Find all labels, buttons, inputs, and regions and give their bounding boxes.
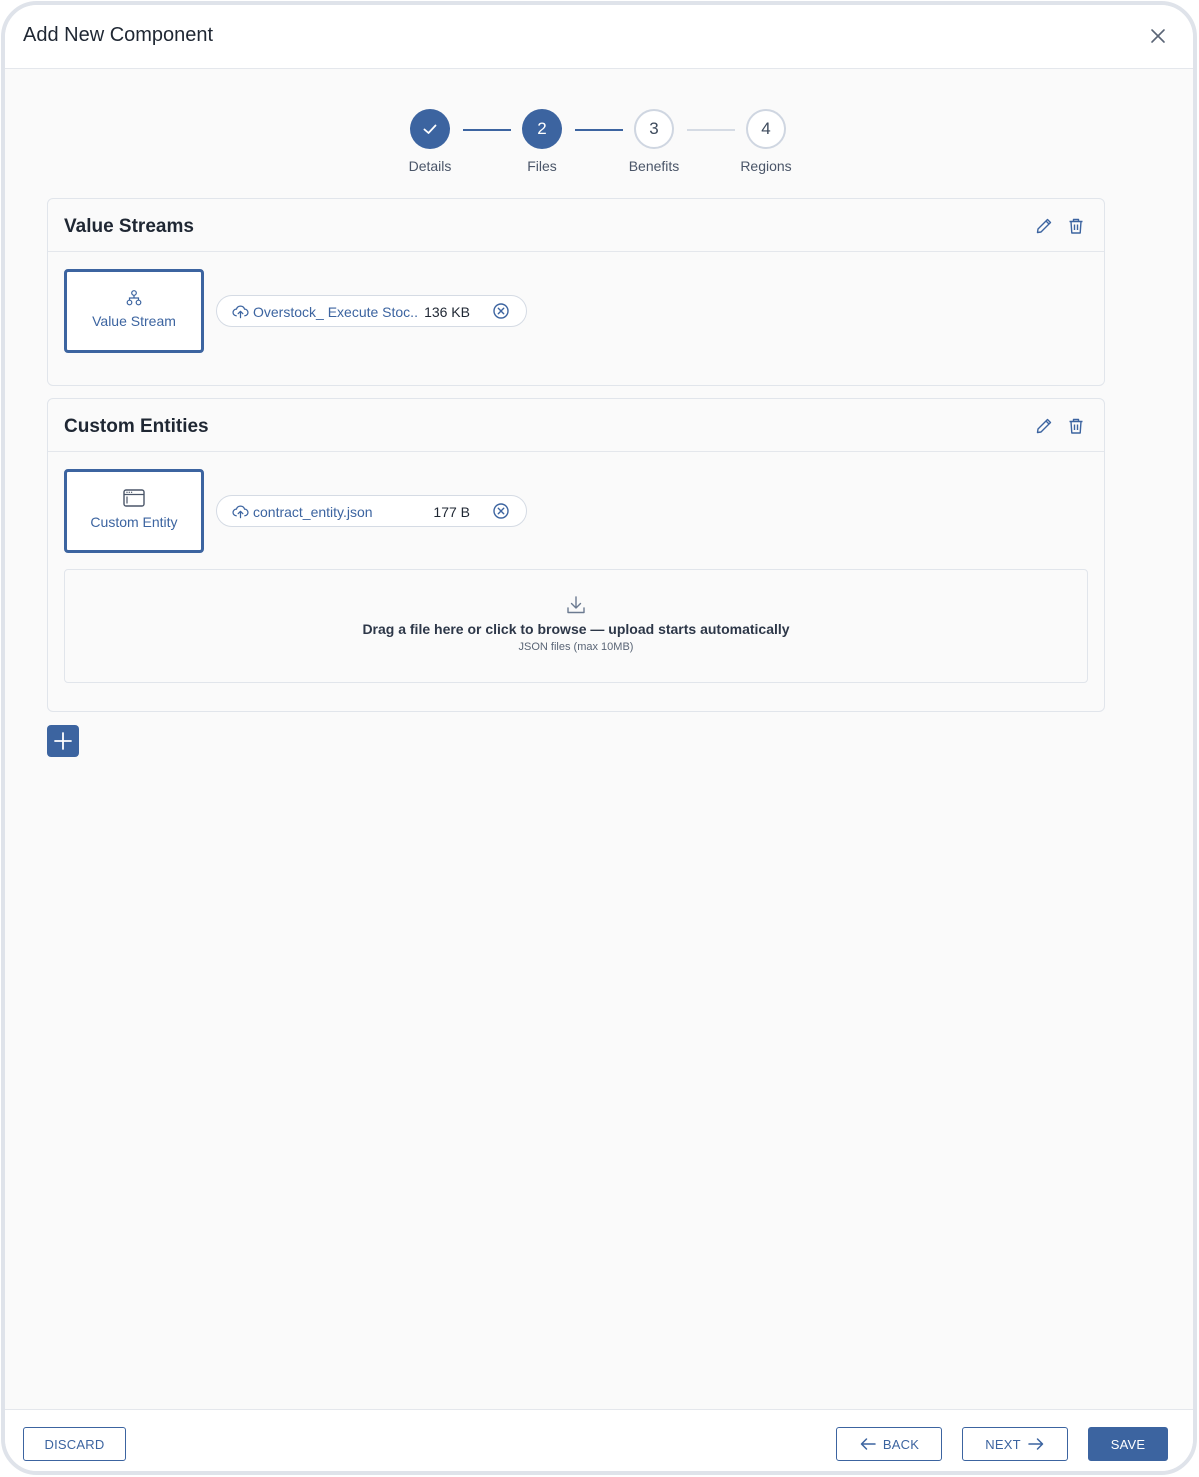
value-streams-section: Value Streams Value Stream Overstock_ Ex… (47, 198, 1105, 386)
step-files[interactable]: 2 Files (487, 109, 597, 174)
cloud-upload-icon (232, 505, 249, 519)
dialog-header: Add New Component (5, 5, 1193, 69)
dropzone-text: Drag a file here or click to browse — up… (362, 621, 790, 637)
arrow-left-icon (860, 1438, 876, 1450)
edit-icon[interactable] (1034, 416, 1054, 436)
step-regions[interactable]: 4 Regions (711, 109, 821, 174)
add-section-button[interactable] (47, 725, 79, 757)
step-benefits[interactable]: 3 Benefits (599, 109, 709, 174)
trash-icon[interactable] (1066, 216, 1086, 236)
dropzone-hint: JSON files (max 10MB) (518, 641, 634, 653)
step-number: 2 (522, 109, 562, 149)
file-chip: contract_entity.json 177 B (216, 495, 527, 527)
remove-file-icon[interactable] (492, 502, 510, 520)
edit-icon[interactable] (1034, 216, 1054, 236)
file-size: 136 KB (424, 304, 470, 320)
window-icon (123, 489, 145, 507)
value-stream-card[interactable]: Value Stream (64, 269, 204, 353)
plus-icon (54, 732, 72, 750)
save-button[interactable]: SAVE (1088, 1427, 1168, 1461)
trash-icon[interactable] (1066, 416, 1086, 436)
back-button[interactable]: BACK (836, 1427, 942, 1461)
step-label: Regions (740, 158, 792, 174)
file-dropzone[interactable]: Drag a file here or click to browse — up… (64, 569, 1088, 683)
save-label: SAVE (1110, 1436, 1146, 1452)
dialog-title: Add New Component (23, 24, 214, 46)
next-label: NEXT (985, 1436, 1021, 1452)
step-done-circle (410, 109, 450, 149)
close-icon[interactable] (1147, 25, 1169, 47)
cloud-upload-icon (232, 305, 249, 319)
section-header: Value Streams (48, 199, 1104, 252)
card-label: Value Stream (92, 313, 176, 329)
file-name: contract_entity.json (253, 504, 373, 520)
step-number: 3 (634, 109, 674, 149)
next-button[interactable]: NEXT (962, 1427, 1068, 1461)
discard-button[interactable]: DISCARD (23, 1427, 126, 1461)
discard-label: DISCARD (44, 1436, 105, 1452)
section-title: Custom Entities (64, 416, 209, 437)
hierarchy-icon (126, 290, 142, 306)
step-label: Details (408, 158, 452, 174)
step-number: 4 (746, 109, 786, 149)
section-header: Custom Entities (48, 399, 1104, 452)
file-name: Overstock_ Execute Stoc... (253, 304, 417, 320)
custom-entity-card[interactable]: Custom Entity (64, 469, 204, 553)
step-label: Benefits (628, 158, 680, 174)
step-label: Files (527, 158, 557, 174)
download-icon (567, 596, 585, 614)
step-details[interactable]: Details (375, 109, 485, 174)
dialog-footer: DISCARD BACK NEXT SAVE (5, 1409, 1193, 1471)
check-icon (423, 124, 437, 134)
card-label: Custom Entity (90, 514, 178, 530)
custom-entities-section: Custom Entities Custom Entity contract_e… (47, 398, 1105, 712)
remove-file-icon[interactable] (492, 302, 510, 320)
file-size: 177 B (433, 504, 470, 520)
file-chip: Overstock_ Execute Stoc... 136 KB (216, 295, 527, 327)
add-component-dialog: Add New Component Details 2 Files 3 Bene… (1, 1, 1197, 1475)
back-label: BACK (882, 1436, 920, 1452)
section-title: Value Streams (64, 216, 194, 237)
arrow-right-icon (1027, 1438, 1043, 1450)
